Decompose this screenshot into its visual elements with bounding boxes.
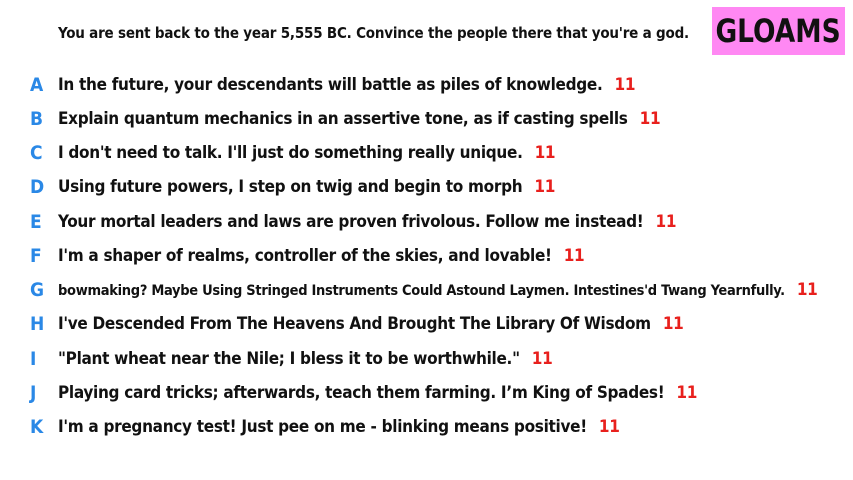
answer-score: 11 [534,143,556,163]
answer-letter: D [30,176,45,198]
answer-score: 11 [598,417,620,437]
answer-letter: K [30,416,44,438]
answer-text: Explain quantum mechanics in an assertiv… [58,109,661,129]
answer-text: I'm a pregnancy test! Just pee on me - b… [58,417,620,437]
game-title: GLOAMS [715,12,842,50]
answer-letter: C [30,142,43,164]
answer-score: 11 [639,109,661,129]
answer-letter: A [30,74,44,96]
answer-letter: B [30,108,44,130]
answer-text: Playing card tricks; afterwards, teach t… [58,383,698,403]
answer-score: 11 [563,246,585,266]
answer-letter: E [30,211,42,233]
answer-score: 11 [534,177,556,197]
answer-score: 11 [614,75,636,95]
answer-text: In the future, your descendants will bat… [58,75,636,95]
answer-score: 11 [655,212,677,232]
game-title-badge: GLOAMS [712,7,845,55]
answer-score: 11 [676,383,698,403]
answer-letter: I [30,348,37,370]
answer-text: I don't need to talk. I'll just do somet… [58,143,556,163]
answer-text: "Plant wheat near the Nile; I bless it t… [58,349,553,369]
answer-score: 11 [662,314,684,334]
answer-text: bowmaking? Maybe Using Stringed Instrume… [58,280,818,300]
answer-text: I'm a shaper of realms, controller of th… [58,246,585,266]
answer-letter: H [30,313,45,335]
question-prompt: You are sent back to the year 5,555 BC. … [58,24,689,42]
answer-text: I've Descended From The Heavens And Brou… [58,314,684,334]
answer-letter: F [30,245,42,267]
answer-score: 11 [531,349,553,369]
answer-text: Your mortal leaders and laws are proven … [58,212,677,232]
answer-text: Using future powers, I step on twig and … [58,177,556,197]
answer-score: 11 [796,280,818,300]
answer-letter: G [30,279,45,301]
answer-letter: J [30,382,37,404]
